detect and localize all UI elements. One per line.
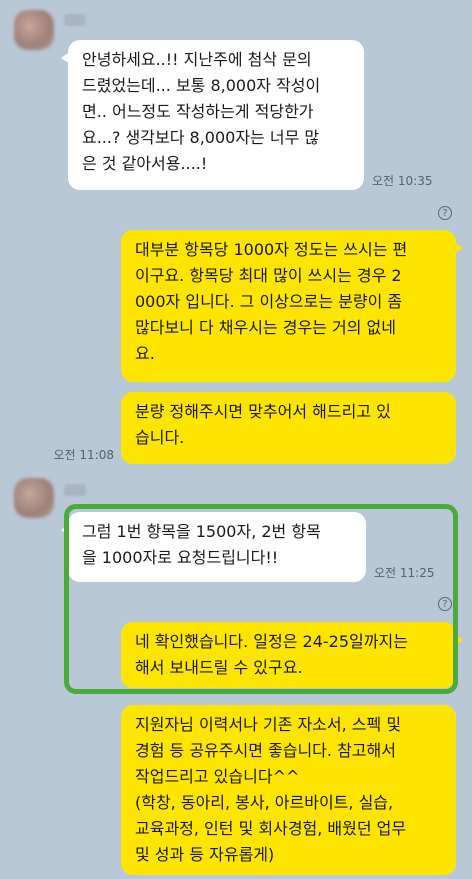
sender-avatar[interactable]	[14, 478, 54, 518]
sender-name-blurred	[64, 14, 86, 26]
sender-name-blurred	[64, 484, 86, 496]
message-timestamp: 오전 10:35	[372, 174, 433, 188]
outgoing-message-bubble[interactable]: 대부분 항목당 1000자 정도는 쓰시는 편 이구요. 항목당 최대 많이 쓰…	[121, 230, 463, 382]
sent-by-note: ?	[434, 206, 452, 220]
incoming-message-bubble[interactable]: 안녕하세요..!! 지난주에 첨삭 문의 드렸었는데... 보통 8,000자 …	[61, 40, 364, 190]
question-circle-icon[interactable]: ?	[438, 206, 452, 220]
outgoing-message-bubble[interactable]: 분량 정해주시면 맞추어서 해드리고 있 습니다.	[121, 392, 456, 464]
highlight-box	[64, 504, 458, 694]
sender-avatar[interactable]	[14, 10, 54, 50]
message-timestamp: 오전 11:08	[53, 448, 114, 462]
outgoing-message-bubble[interactable]: 지원자님 이력서나 기존 자소서, 스펙 및 경험 등 공유주시면 좋습니다. …	[121, 705, 456, 875]
